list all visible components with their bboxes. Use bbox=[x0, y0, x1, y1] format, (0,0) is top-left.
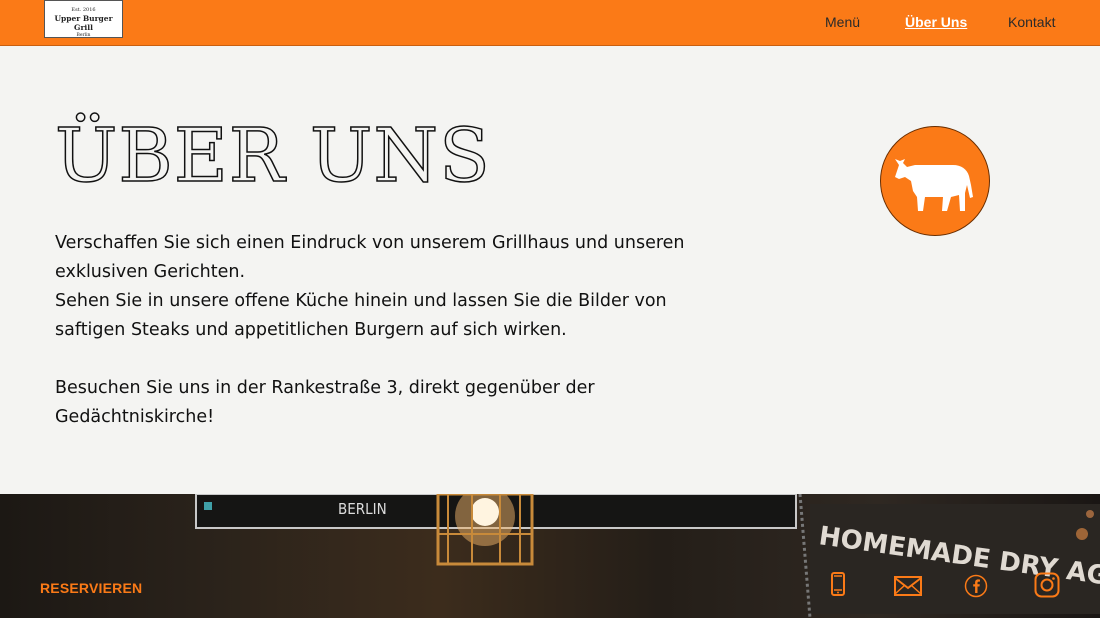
logo-name: Upper Burger Grill bbox=[54, 14, 113, 32]
intro-paragraph: Verschaffen Sie sich einen Eindruck von … bbox=[55, 233, 685, 282]
nav-item-menu[interactable]: Menü bbox=[825, 14, 860, 30]
bull-icon bbox=[895, 159, 973, 211]
intro-text: Verschaffen Sie sich einen Eindruck von … bbox=[55, 229, 695, 432]
nav-item-ueber-uns[interactable]: Über Uns bbox=[905, 14, 967, 30]
phone-icon[interactable] bbox=[831, 572, 845, 596]
top-navbar: Est. 2016 Upper Burger Grill Berlin Menü… bbox=[0, 0, 1100, 46]
bull-badge bbox=[880, 126, 990, 236]
logo-city: Berlin bbox=[76, 33, 91, 38]
svg-text:BERLIN: BERLIN bbox=[338, 500, 387, 518]
restaurant-logo[interactable]: Est. 2016 Upper Burger Grill Berlin bbox=[44, 0, 123, 38]
intro-paragraph: Sehen Sie in unsere offene Küche hinein … bbox=[55, 291, 667, 340]
page-title: ÜBER UNS bbox=[54, 112, 491, 200]
instagram-icon[interactable] bbox=[1034, 572, 1060, 598]
facebook-icon[interactable] bbox=[964, 574, 988, 598]
nav-item-kontakt[interactable]: Kontakt bbox=[1008, 14, 1055, 30]
reserve-button[interactable]: RESERVIEREN bbox=[40, 580, 142, 596]
address-paragraph: Besuchen Sie uns in der Rankestraße 3, d… bbox=[55, 378, 595, 427]
restaurant-photo-banner: BERLIN HOMEMADE DRY AGE RESERVIEREN bbox=[0, 494, 1100, 618]
mail-icon[interactable] bbox=[894, 576, 922, 596]
restaurant-interior-image: BERLIN HOMEMADE DRY AGE bbox=[195, 494, 1100, 618]
logo-established: Est. 2016 bbox=[71, 7, 96, 13]
